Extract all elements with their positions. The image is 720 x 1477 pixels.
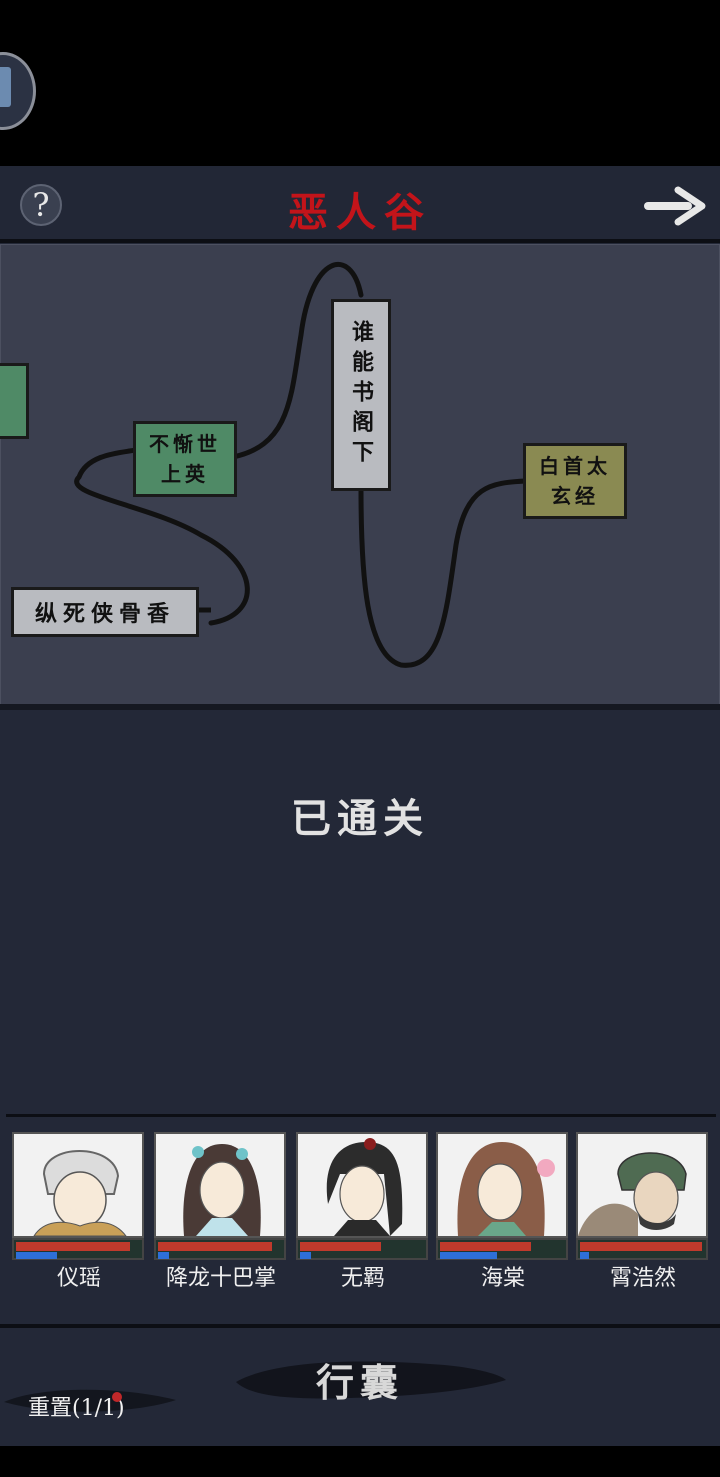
header: ? 恶人谷	[0, 166, 720, 242]
hp-bar	[16, 1242, 130, 1251]
map-node-left-edge[interactable]	[0, 363, 29, 439]
member-status-bars	[12, 1238, 144, 1260]
member-portrait	[296, 1132, 428, 1238]
map-node-label: 白首太玄经	[539, 454, 611, 508]
member-portrait	[12, 1132, 144, 1238]
member-name: 仪瑶	[56, 1265, 101, 1290]
member-status-bars	[436, 1238, 568, 1260]
notification-dot	[112, 1392, 122, 1402]
member-status-bars	[154, 1238, 286, 1260]
hp-bar	[440, 1242, 531, 1251]
hp-bar	[300, 1242, 381, 1251]
member-status-bars	[576, 1238, 708, 1260]
reset-button[interactable]: 重置(1/1)	[28, 1390, 125, 1422]
top-black-bar	[0, 0, 720, 166]
party-member-card[interactable]: 海棠	[436, 1132, 570, 1290]
party-member-card[interactable]: 降龙十巴掌	[154, 1132, 288, 1290]
map-node-buchi[interactable]: 不惭世上英	[133, 421, 237, 497]
hp-bar	[580, 1242, 702, 1251]
map-node-label: 谁能书阁下	[348, 320, 374, 470]
mp-bar	[580, 1252, 589, 1259]
map-node-label: 纵死侠骨香	[34, 601, 175, 627]
mp-bar	[16, 1252, 57, 1259]
portrait-warrior-icon	[578, 1134, 706, 1236]
party-member-card[interactable]: 霄浩然	[576, 1132, 710, 1290]
bottom-black-bar	[0, 1446, 720, 1477]
mp-bar	[158, 1252, 169, 1259]
portrait-swordsman-icon	[298, 1134, 426, 1236]
map-node-label: 不惭世上英	[149, 432, 221, 486]
member-status-bars	[296, 1238, 428, 1260]
party-divider	[6, 1114, 716, 1117]
mp-bar	[300, 1252, 311, 1259]
member-name: 霄浩然	[609, 1265, 676, 1290]
game-screen: ? 恶人谷 不惭世上英 谁能书阁下 白首太玄经 纵死侠骨香 已通关 仪瑶 降龙十…	[0, 166, 720, 1446]
stage-status: 已通关	[291, 795, 429, 842]
map-node-zongsi[interactable]: 纵死侠骨香	[11, 587, 199, 637]
map-node-shuineng[interactable]: 谁能书阁下	[331, 299, 391, 491]
hp-bar	[158, 1242, 272, 1251]
portrait-girl-icon	[438, 1134, 566, 1236]
header-divider	[0, 239, 720, 243]
page-title: 恶人谷	[288, 189, 432, 236]
portrait-monk-icon	[14, 1134, 142, 1236]
member-name: 降龙十巴掌	[165, 1265, 276, 1290]
member-portrait	[576, 1132, 708, 1238]
member-name: 海棠	[480, 1265, 525, 1290]
portrait-lady-icon	[156, 1134, 284, 1236]
member-portrait	[436, 1132, 568, 1238]
avatar-icon	[0, 67, 11, 107]
party-roster: 仪瑶 降龙十巴掌 无羁 海棠 霄浩然	[12, 1132, 712, 1290]
party-member-card[interactable]: 无羁	[296, 1132, 430, 1290]
map-node-baishou[interactable]: 白首太玄经	[523, 443, 627, 519]
footer-divider	[0, 1324, 720, 1328]
arrow-right-icon[interactable]	[644, 184, 708, 228]
stage-map: 不惭世上英 谁能书阁下 白首太玄经 纵死侠骨香	[0, 244, 720, 706]
map-divider	[0, 704, 720, 710]
member-name: 无羁	[340, 1265, 385, 1290]
party-member-card[interactable]: 仪瑶	[12, 1132, 146, 1290]
mp-bar	[440, 1252, 497, 1259]
member-portrait	[154, 1132, 286, 1238]
